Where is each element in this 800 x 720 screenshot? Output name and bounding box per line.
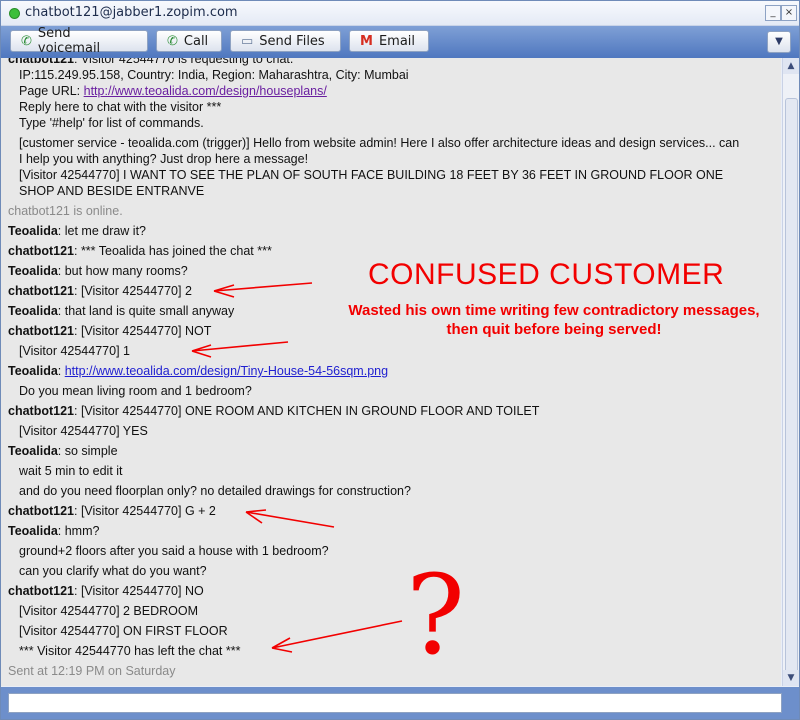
chat-line: Type '#help' for list of commands. bbox=[19, 116, 204, 130]
call-button[interactable]: ✆ Call bbox=[156, 30, 222, 52]
chat-line: SHOP AND BESIDE ENTRANVE bbox=[19, 184, 205, 198]
annotation-note-line1: Wasted his own time writing few contradi… bbox=[348, 302, 760, 319]
colon: : bbox=[57, 364, 65, 378]
sent-timestamp: Sent at 12:19 PM on Saturday bbox=[8, 664, 176, 678]
chat-line: Teoalida: but how many rooms? bbox=[8, 264, 188, 278]
chat-line: ground+2 floors after you said a house w… bbox=[19, 544, 329, 558]
scrollbar-thumb[interactable] bbox=[785, 98, 798, 675]
send-files-button[interactable]: ▭ Send Files bbox=[230, 30, 341, 52]
title-bar: chatbot121@jabber1.zopim.com _ × bbox=[1, 1, 799, 26]
sender-name: Teoalida bbox=[8, 224, 58, 238]
chat-line: chatbot121: [Visitor 42544770] G + 2 bbox=[8, 504, 216, 518]
annotation-question-mark: ? bbox=[406, 551, 465, 679]
folder-icon: ▭ bbox=[241, 33, 254, 49]
message-text: : Visitor 42544770 is requesting to chat… bbox=[74, 58, 294, 66]
chat-line: Teoalida: http://www.teoalida.com/design… bbox=[8, 364, 388, 378]
chat-line: [Visitor 42544770] YES bbox=[19, 424, 148, 438]
input-bar bbox=[1, 687, 799, 719]
gmail-icon: M bbox=[360, 33, 373, 49]
message-text: : [Visitor 42544770] ONE ROOM AND KITCHE… bbox=[74, 404, 540, 418]
send-voicemail-label: Send voicemail bbox=[37, 26, 101, 56]
vertical-scrollbar[interactable]: ▲ ▼ bbox=[782, 58, 799, 686]
chat-line: Page URL: http://www.teoalida.com/design… bbox=[19, 84, 327, 98]
chat-line: [customer service - teoalida.com (trigge… bbox=[19, 136, 740, 150]
chat-line: and do you need floorplan only? no detai… bbox=[19, 484, 411, 498]
annotation-headline: CONFUSED CUSTOMER bbox=[368, 258, 725, 291]
message-text: : [Visitor 42544770] G + 2 bbox=[74, 504, 216, 518]
chat-line: [Visitor 42544770] ON FIRST FLOOR bbox=[19, 624, 228, 638]
call-label: Call bbox=[183, 33, 209, 49]
chat-line: can you clarify what do you want? bbox=[19, 564, 207, 578]
sender-name: chatbot121 bbox=[8, 284, 74, 298]
email-label: Email bbox=[378, 33, 416, 49]
email-button[interactable]: M Email bbox=[349, 30, 429, 52]
send-files-label: Send Files bbox=[259, 33, 325, 49]
page-url-link[interactable]: http://www.teoalida.com/design/houseplan… bbox=[84, 84, 327, 98]
chat-line: I help you with anything? Just drop here… bbox=[19, 152, 309, 166]
scroll-up-icon[interactable]: ▲ bbox=[783, 58, 799, 74]
chat-line: Teoalida: so simple bbox=[8, 444, 118, 458]
chat-log: chatbot121: Visitor 42544770 is requesti… bbox=[1, 58, 781, 686]
sender-name: chatbot121 bbox=[8, 244, 74, 258]
message-text: : but how many rooms? bbox=[57, 264, 188, 278]
window-title: chatbot121@jabber1.zopim.com bbox=[25, 5, 238, 20]
close-button[interactable]: × bbox=[781, 5, 797, 21]
sender-name: chatbot121 bbox=[8, 324, 74, 338]
chat-line: wait 5 min to edit it bbox=[19, 464, 123, 478]
chat-line: [Visitor 42544770] I WANT TO SEE THE PLA… bbox=[19, 168, 724, 182]
message-text: : [Visitor 42544770] NOT bbox=[74, 324, 212, 338]
message-text: : [Visitor 42544770] 2 bbox=[74, 284, 192, 298]
toolbar: ✆ Send voicemail ✆ Call ▭ Send Files M E… bbox=[1, 26, 799, 58]
chat-line: Do you mean living room and 1 bedroom? bbox=[19, 384, 252, 398]
chat-line: Teoalida: that land is quite small anywa… bbox=[8, 304, 234, 318]
sender-name: Teoalida bbox=[8, 304, 58, 318]
online-status-icon bbox=[9, 8, 20, 19]
page-url-label: Page URL: bbox=[19, 84, 84, 98]
message-text: : *** Teoalida has joined the chat *** bbox=[74, 244, 272, 258]
annotation-note-line2: then quit before being served! bbox=[446, 321, 662, 338]
chat-line: chatbot121: Visitor 42544770 is requesti… bbox=[8, 58, 293, 66]
chat-line: chatbot121: [Visitor 42544770] NOT bbox=[8, 324, 211, 338]
sender-name: Teoalida bbox=[8, 264, 58, 278]
send-voicemail-button[interactable]: ✆ Send voicemail bbox=[10, 26, 148, 56]
message-text: : [Visitor 42544770] NO bbox=[74, 584, 204, 598]
online-status-line: chatbot121 is online. bbox=[8, 204, 123, 218]
message-text: : let me draw it? bbox=[57, 224, 147, 238]
phone-icon: ✆ bbox=[21, 33, 32, 49]
sender-name: chatbot121 bbox=[8, 584, 74, 598]
chevron-down-icon: ▼ bbox=[775, 36, 783, 47]
message-input[interactable] bbox=[8, 693, 782, 713]
chat-line: chatbot121: [Visitor 42544770] NO bbox=[8, 584, 204, 598]
chat-line: [Visitor 42544770] 1 bbox=[19, 344, 130, 358]
chat-line: Teoalida: hmm? bbox=[8, 524, 99, 538]
chat-line: [Visitor 42544770] 2 BEDROOM bbox=[19, 604, 199, 618]
message-text: : hmm? bbox=[57, 524, 100, 538]
sender-name: Teoalida bbox=[8, 444, 58, 458]
sender-name: chatbot121 bbox=[8, 58, 74, 66]
sender-name: chatbot121 bbox=[8, 404, 74, 418]
image-link[interactable]: http://www.teoalida.com/design/Tiny-Hous… bbox=[65, 364, 388, 378]
message-text: : so simple bbox=[57, 444, 118, 458]
chat-line: chatbot121: *** Teoalida has joined the … bbox=[8, 244, 272, 258]
sender-name: chatbot121 bbox=[8, 504, 74, 518]
chat-line: IP:115.249.95.158, Country: India, Regio… bbox=[19, 68, 409, 82]
chat-window: chatbot121@jabber1.zopim.com _ × ✆ Send … bbox=[0, 0, 800, 720]
chat-line: *** Visitor 42544770 has left the chat *… bbox=[19, 644, 241, 658]
scroll-down-icon[interactable]: ▼ bbox=[783, 670, 799, 686]
phone-icon: ✆ bbox=[167, 33, 178, 49]
message-text: : that land is quite small anyway bbox=[57, 304, 235, 318]
chat-line: Teoalida: let me draw it? bbox=[8, 224, 146, 238]
chat-line: chatbot121: [Visitor 42544770] ONE ROOM … bbox=[8, 404, 539, 418]
minimize-button[interactable]: _ bbox=[765, 5, 781, 21]
menu-dropdown-button[interactable]: ▼ bbox=[767, 31, 791, 53]
sender-name: Teoalida bbox=[8, 364, 58, 378]
chat-line: Reply here to chat with the visitor *** bbox=[19, 100, 222, 114]
chat-line: chatbot121: [Visitor 42544770] 2 bbox=[8, 284, 192, 298]
sender-name: Teoalida bbox=[8, 524, 58, 538]
